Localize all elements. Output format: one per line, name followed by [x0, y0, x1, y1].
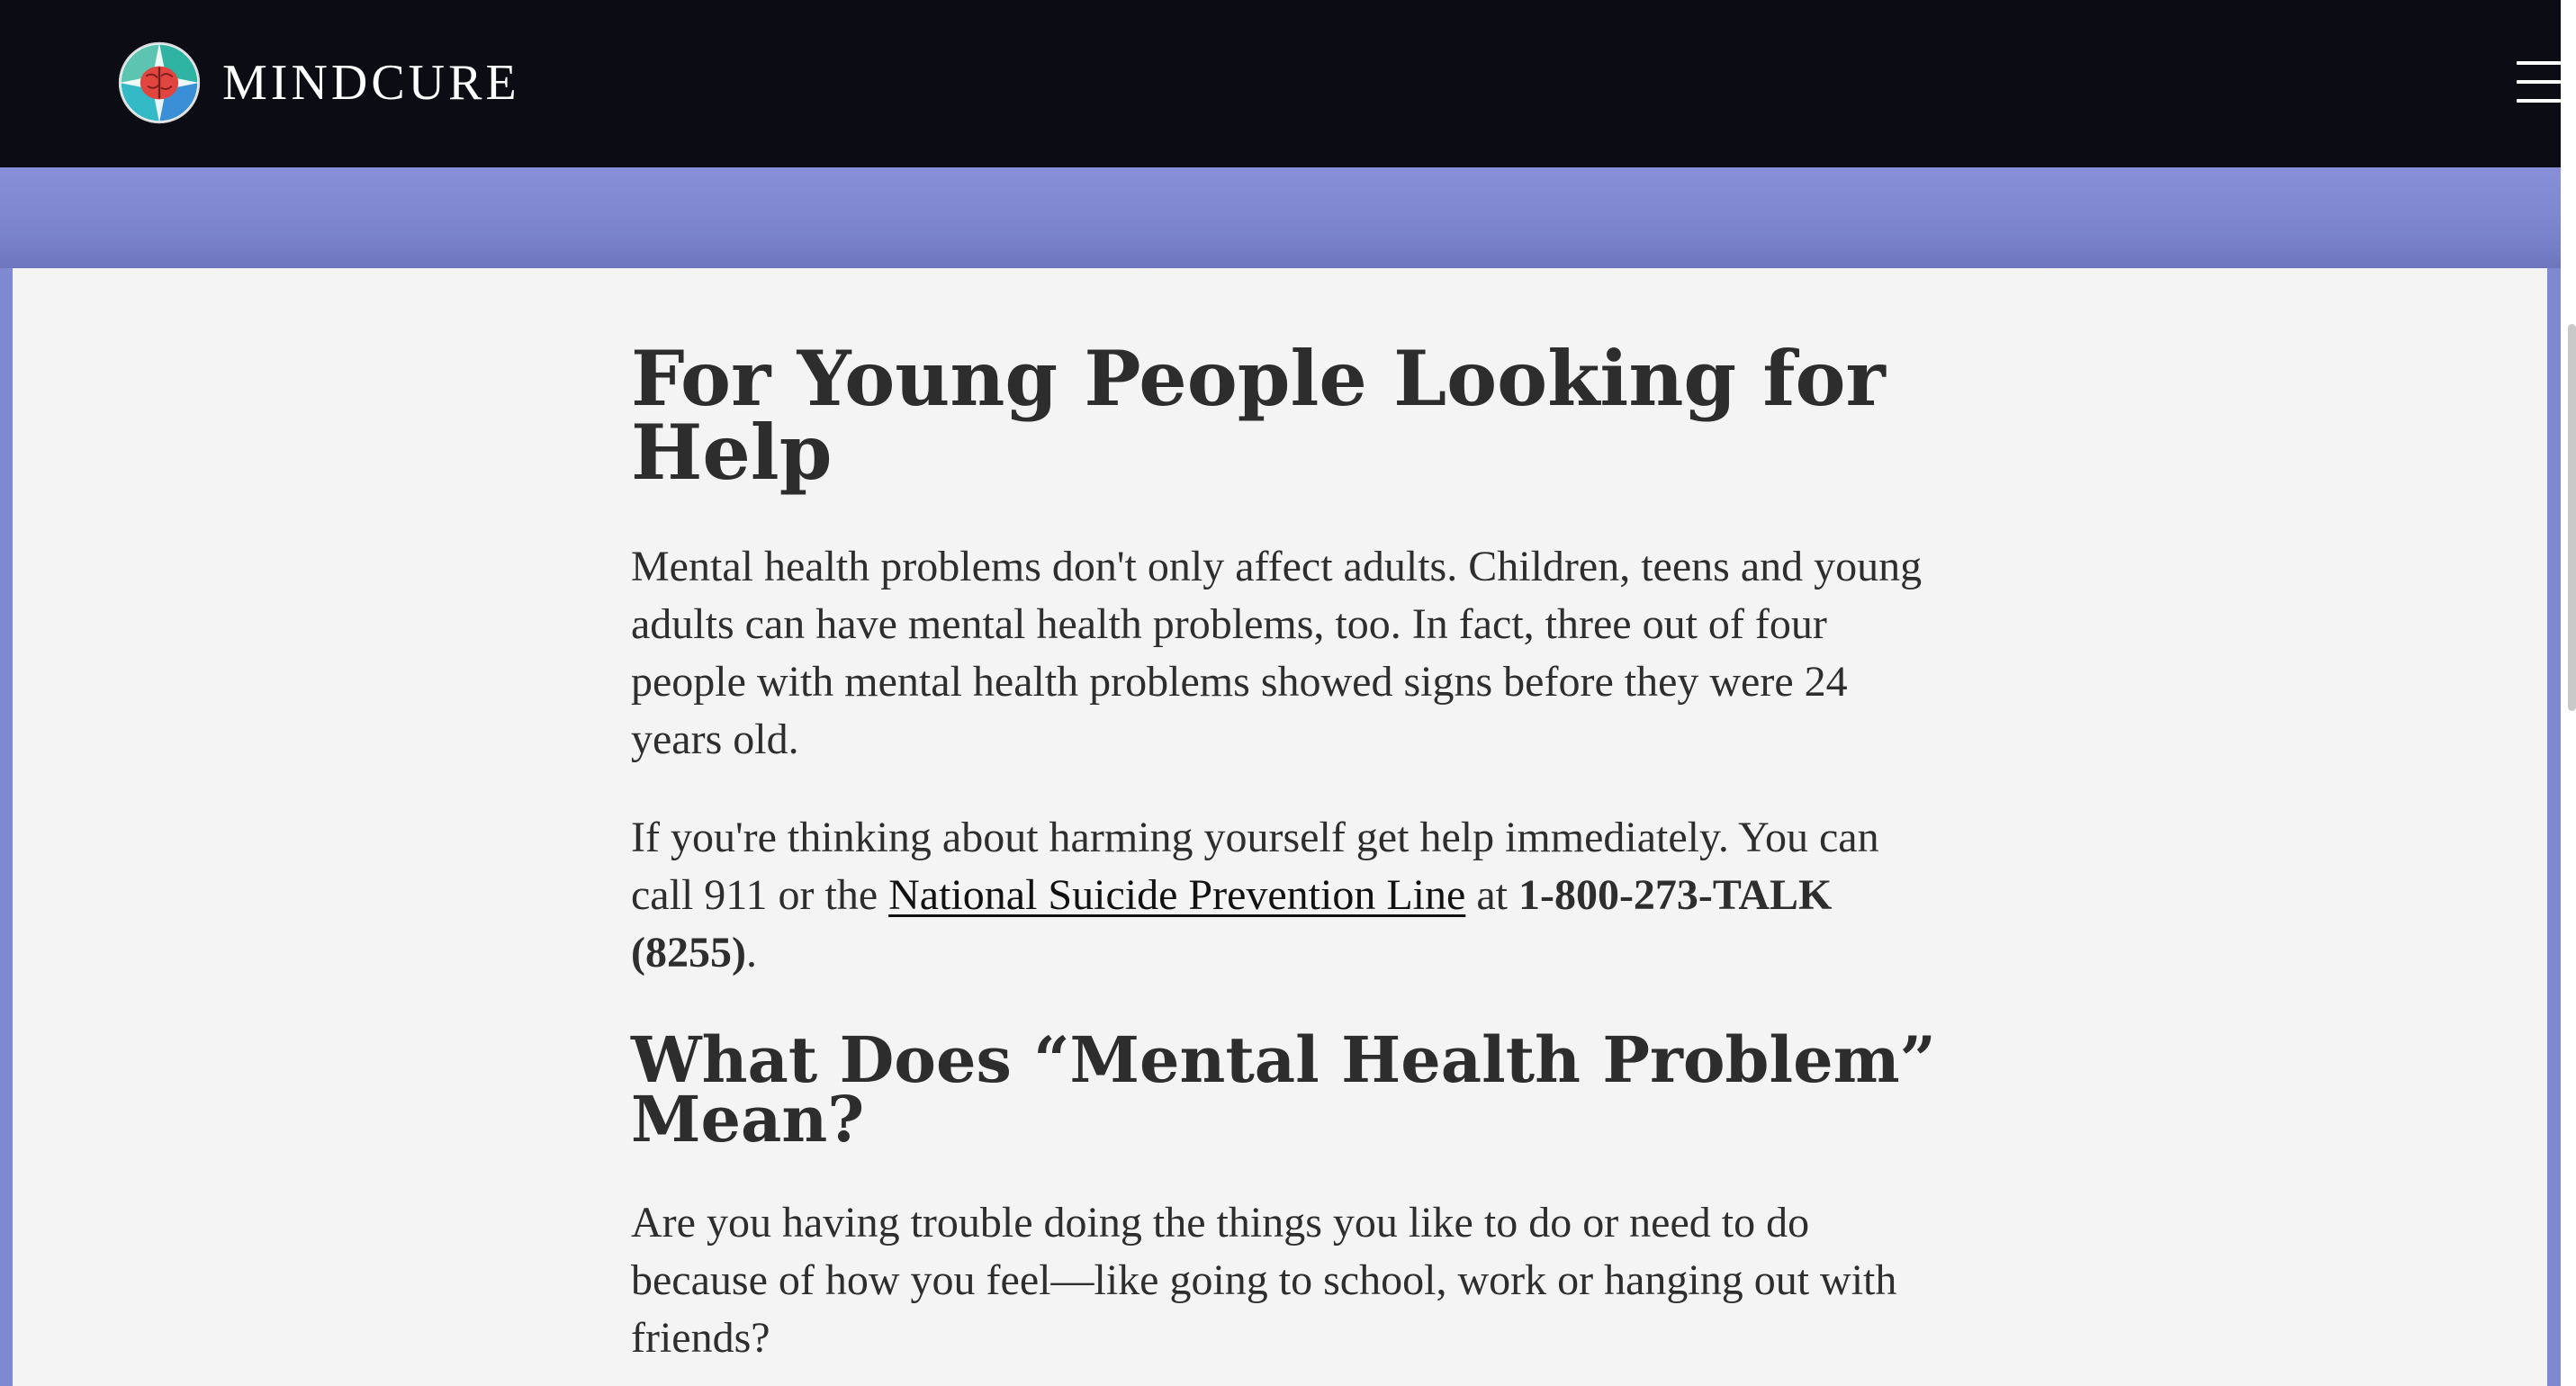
top-navbar: MINDCURE: [0, 0, 2561, 167]
brand-home-link[interactable]: MINDCURE: [118, 40, 520, 126]
menu-bar-line: [2517, 80, 2561, 84]
brain-logo-icon: [118, 41, 201, 124]
section-heading: What Does “Mental Health Problem” Mean?: [631, 1022, 1936, 1156]
national-suicide-prevention-line-link[interactable]: National Suicide Prevention Line: [888, 871, 1465, 919]
hamburger-menu-icon[interactable]: [2513, 58, 2561, 106]
page-title: For Young People Looking for Help: [631, 334, 1886, 497]
crisis-text-after: .: [745, 929, 757, 976]
section-paragraph: Are you having trouble doing the things …: [631, 1199, 1897, 1362]
scrollbar-thumb[interactable]: [2568, 324, 2576, 711]
crisis-text-between: at: [1465, 871, 1518, 919]
menu-bar-line: [2517, 61, 2561, 65]
article-content-card: For Young People Looking for Help Mental…: [13, 268, 2547, 1386]
menu-bar-line: [2517, 99, 2561, 103]
article: For Young People Looking for Help Mental…: [631, 334, 1936, 1367]
brand-name: MINDCURE: [222, 55, 520, 111]
intro-paragraph: Mental health problems don't only affect…: [631, 543, 1923, 763]
hero-banner: [0, 167, 2561, 268]
crisis-help-paragraph: If you're thinking about harming yoursel…: [631, 809, 1936, 982]
